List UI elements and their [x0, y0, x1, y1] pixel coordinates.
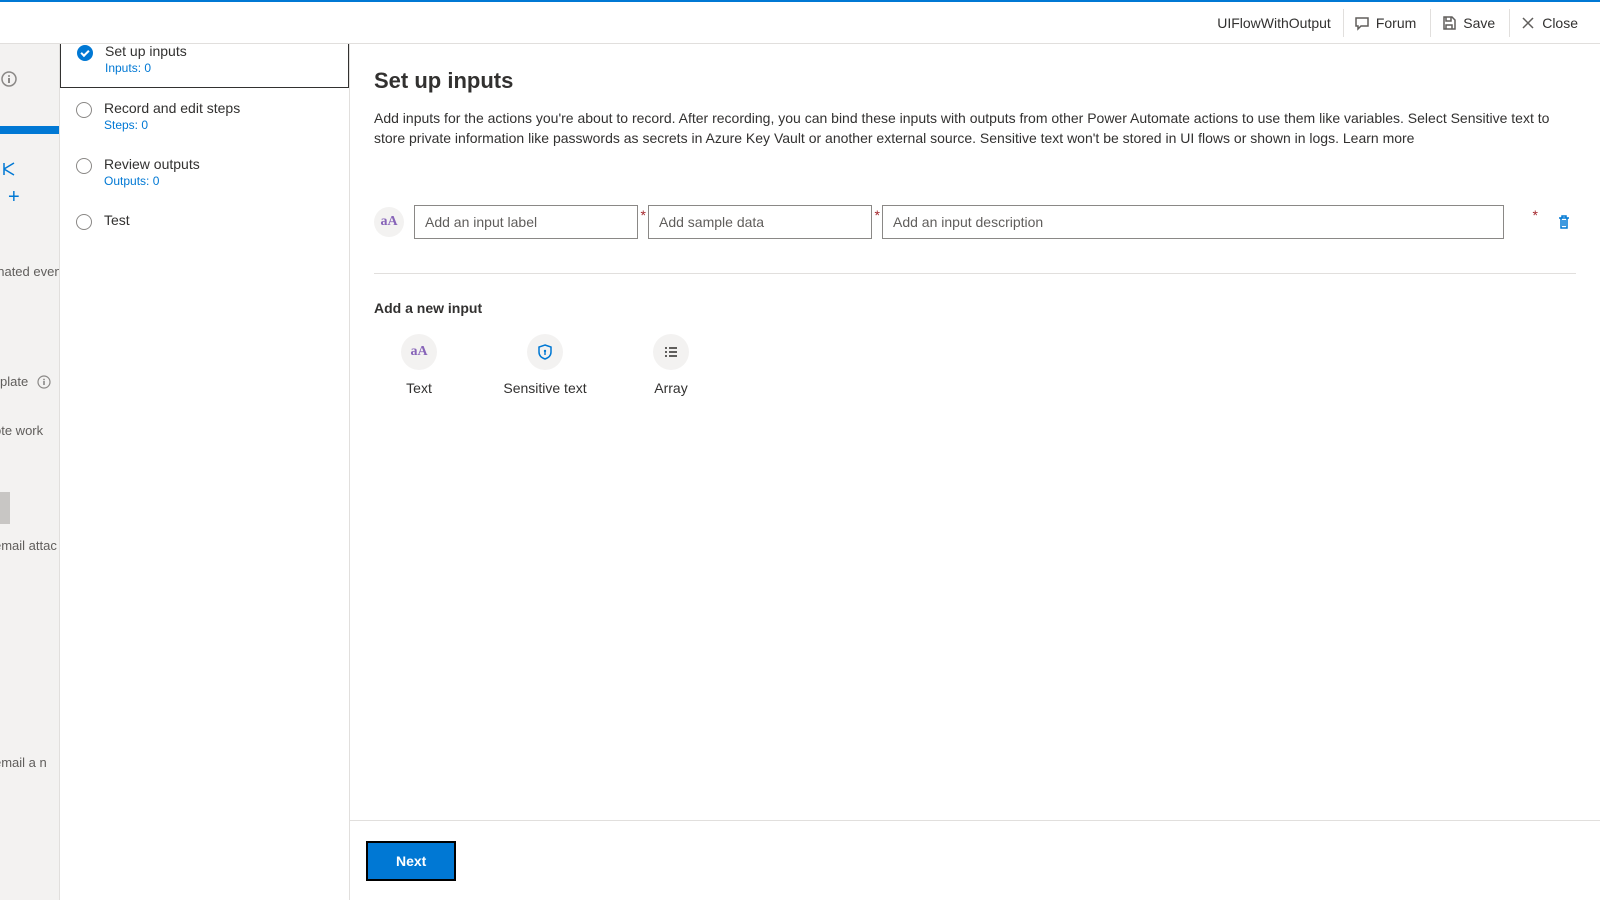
- required-asterisk: *: [875, 207, 880, 223]
- input-type-options: aA Text Sensitive text Array: [374, 334, 1576, 396]
- step-title: Review outputs: [104, 156, 200, 172]
- info-icon: [0, 70, 18, 88]
- close-icon: [1520, 15, 1536, 31]
- type-label: Array: [654, 380, 687, 396]
- save-label: Save: [1463, 15, 1495, 31]
- bg-text-1: gnated even: [0, 264, 60, 279]
- close-button[interactable]: Close: [1509, 9, 1588, 37]
- placeholder-text: Add an input label: [425, 214, 537, 230]
- type-label: Text: [406, 380, 432, 396]
- check-icon: [77, 45, 93, 61]
- wizard-step-test[interactable]: Test: [60, 200, 349, 242]
- sample-data-field[interactable]: Add sample data: [648, 205, 872, 239]
- wizard-step-record[interactable]: Record and edit steps Steps: 0: [60, 88, 349, 144]
- bg-accent-bar: [0, 126, 60, 134]
- header-bar: UIFlowWithOutput Forum Save Close: [0, 0, 1600, 44]
- input-label-field[interactable]: Add an input label: [414, 205, 638, 239]
- input-type-array[interactable]: Array: [626, 334, 716, 396]
- plus-icon: +: [8, 186, 20, 209]
- next-button[interactable]: Next: [366, 841, 456, 881]
- circle-icon: [76, 102, 92, 118]
- save-button[interactable]: Save: [1430, 9, 1505, 37]
- background-left-panel: ake a fl + gnated even plate ote work em…: [0, 0, 60, 900]
- comment-icon: [1354, 15, 1370, 31]
- save-icon: [1441, 15, 1457, 31]
- input-type-sensitive[interactable]: Sensitive text: [500, 334, 590, 396]
- wizard-step-outputs[interactable]: Review outputs Outputs: 0: [60, 144, 349, 200]
- page-description: Add inputs for the actions you're about …: [374, 108, 1576, 149]
- step-subtitle: Steps: 0: [104, 118, 240, 132]
- text-icon: aA: [401, 334, 437, 370]
- circle-icon: [76, 214, 92, 230]
- circle-icon: [76, 158, 92, 174]
- bg-block: [0, 492, 10, 524]
- wizard-steps-panel: Set up inputs Inputs: 0 Record and edit …: [60, 30, 350, 900]
- bg-text-5: email a n: [0, 755, 47, 770]
- bg-text-2: plate: [0, 374, 28, 389]
- step-title: Test: [104, 212, 130, 228]
- placeholder-text: Add sample data: [659, 214, 764, 230]
- forum-label: Forum: [1376, 15, 1416, 31]
- input-row: aA Add an input label * Add sample data …: [374, 205, 1576, 274]
- delete-input-button[interactable]: [1552, 210, 1576, 234]
- step-title: Set up inputs: [105, 43, 187, 59]
- placeholder-text: Add an input description: [893, 214, 1043, 230]
- bg-text-4: email attac: [0, 538, 57, 553]
- learn-more-link[interactable]: Learn more: [1343, 130, 1415, 146]
- step-subtitle: Inputs: 0: [105, 61, 187, 75]
- add-new-input-heading: Add a new input: [374, 300, 1576, 316]
- list-icon: [653, 334, 689, 370]
- forum-button[interactable]: Forum: [1343, 9, 1426, 37]
- text-type-badge: aA: [374, 207, 404, 237]
- page-title: Set up inputs: [374, 68, 1576, 94]
- required-asterisk: *: [641, 207, 646, 223]
- trash-icon: [1556, 214, 1572, 230]
- input-type-text[interactable]: aA Text: [374, 334, 464, 396]
- flow-name-label: UIFlowWithOutput: [1217, 15, 1331, 31]
- branch-icon: [0, 160, 18, 178]
- text-icon: aA: [380, 214, 397, 230]
- input-description-field[interactable]: Add an input description: [882, 205, 1504, 239]
- close-label: Close: [1542, 15, 1578, 31]
- required-asterisk: *: [1533, 207, 1538, 223]
- step-subtitle: Outputs: 0: [104, 174, 200, 188]
- step-title: Record and edit steps: [104, 100, 240, 116]
- type-label: Sensitive text: [503, 380, 586, 396]
- bg-text-3: ote work: [0, 423, 43, 438]
- main-content: Set up inputs Add inputs for the actions…: [350, 44, 1600, 900]
- shield-icon: [527, 334, 563, 370]
- add-new-input-section: Add a new input aA Text Sensitive text A…: [374, 300, 1576, 396]
- footer-bar: Next: [350, 820, 1600, 900]
- info-icon: [36, 374, 52, 390]
